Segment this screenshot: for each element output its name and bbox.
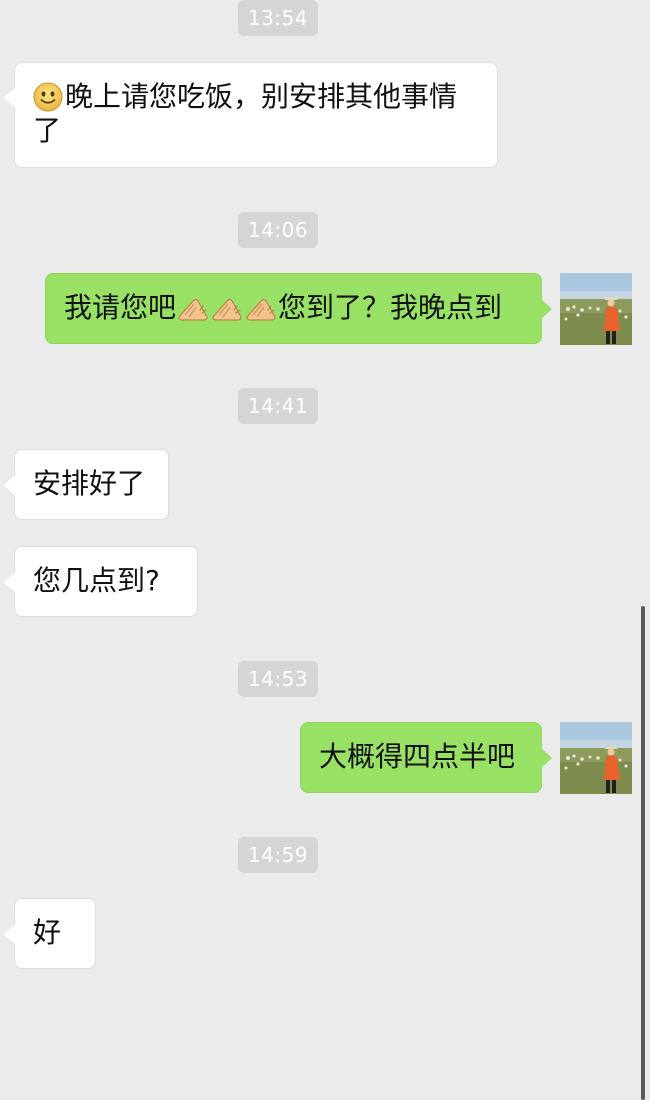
user-avatar[interactable] [560, 722, 632, 794]
message-text: 您几点到? [33, 564, 160, 597]
scrollbar[interactable] [641, 606, 645, 1100]
outgoing-message-bubble[interactable]: 大概得四点半吧 [300, 722, 552, 793]
timestamp: 14:53 [237, 661, 319, 697]
message-text: 安排好了 [33, 467, 146, 500]
user-avatar[interactable] [560, 273, 632, 345]
message-text: 晚上请您吃饭，别安排其他事情了 [33, 80, 458, 147]
clap-hands-emoji-icon [212, 298, 242, 321]
avatar-photo-icon [560, 273, 632, 345]
chat-area[interactable]: 13:54 晚上请您吃饭，别安排其他事情了 14:06 我请您吧 您到了？我晚点… [0, 0, 650, 1100]
timestamp: 13:54 [237, 0, 319, 36]
smile-emoji-icon [33, 82, 63, 112]
clap-hands-emoji-icon [246, 298, 276, 321]
timestamp: 14:41 [237, 388, 319, 424]
incoming-message-bubble[interactable]: 您几点到? [4, 546, 198, 617]
message-text: 您到了？我晚点到 [278, 291, 503, 324]
outgoing-message-bubble[interactable]: 我请您吧 您到了？我晚点到 [45, 273, 552, 344]
message-text: 我请您吧 [64, 291, 177, 324]
clap-hands-emoji-icon [178, 298, 208, 321]
incoming-message-bubble[interactable]: 好 [4, 898, 96, 969]
incoming-message-bubble[interactable]: 安排好了 [4, 449, 169, 520]
timestamp: 14:06 [237, 212, 319, 248]
incoming-message-bubble[interactable]: 晚上请您吃饭，别安排其他事情了 [4, 62, 498, 168]
timestamp: 14:59 [237, 837, 319, 873]
message-text: 好 [33, 916, 62, 949]
message-text: 大概得四点半吧 [319, 740, 516, 773]
avatar-photo-icon [560, 722, 632, 794]
